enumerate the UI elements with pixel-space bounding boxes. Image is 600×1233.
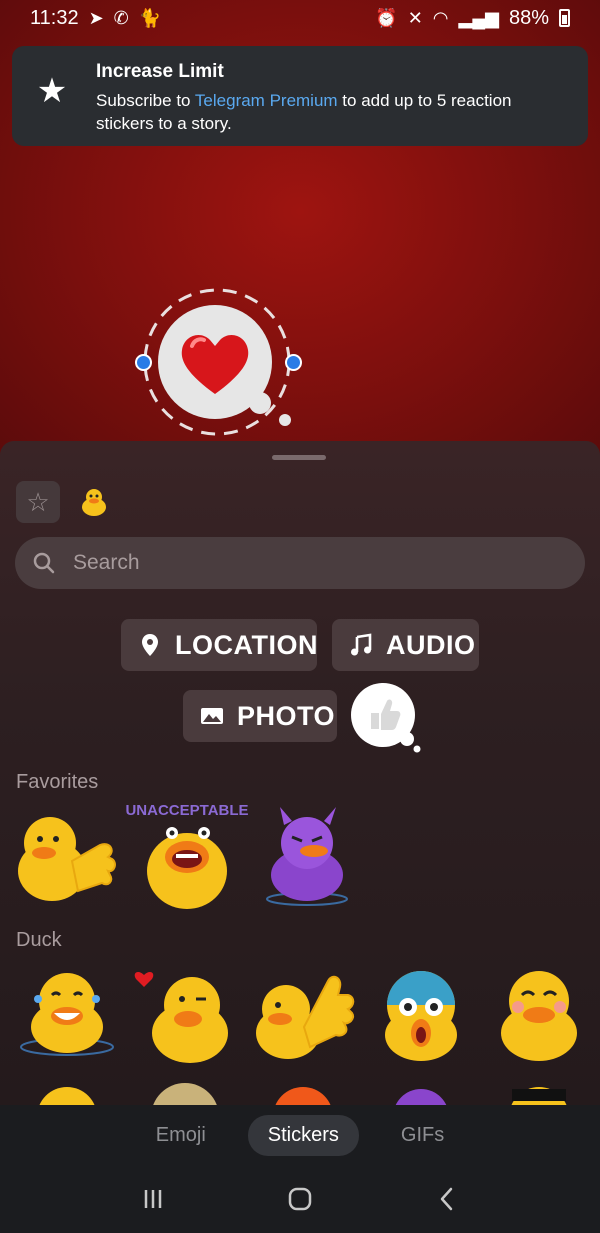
mute-icon: ✕ (407, 7, 423, 28)
sticker-duck-laughing[interactable] (12, 961, 122, 1071)
resize-handle-left[interactable] (135, 354, 152, 371)
system-navigation-bar (0, 1165, 600, 1233)
duck-grid-row-2 (12, 1077, 594, 1107)
duck-pack-tab[interactable] (72, 481, 116, 523)
audio-label: AUDIO (386, 629, 476, 660)
duck-icon (82, 489, 106, 516)
increase-limit-toast[interactable]: ★ Increase Limit Subscribe to Telegram P… (12, 46, 588, 146)
location-pin-icon (137, 632, 163, 658)
sticker-caption-text: UNACCEPTABLE (125, 802, 248, 819)
duck-grid (12, 961, 594, 1071)
sticker-partial-4[interactable] (366, 1077, 476, 1107)
sticker-partial-3[interactable] (248, 1077, 358, 1107)
resize-handle-right[interactable] (285, 354, 302, 371)
sticker-duck-happy[interactable] (484, 961, 594, 1071)
back-button[interactable] (427, 1179, 467, 1219)
reaction-sticker-selected[interactable] (130, 282, 305, 442)
toast-title: Increase Limit (96, 61, 224, 82)
status-bar: 11:32 ➤ ✆ 🐈 ⏰ ✕ ◠ ▂▄▆ 88% (0, 0, 600, 36)
telegram-premium-link[interactable]: Telegram Premium (195, 91, 338, 110)
sticker-partial-5[interactable] (484, 1077, 594, 1107)
sticker-purple-devil-duck[interactable] (252, 801, 362, 911)
back-chevron-icon (440, 1187, 452, 1211)
location-label: LOCATION (175, 629, 318, 660)
tab-emoji[interactable]: Emoji (136, 1115, 226, 1156)
tab-stickers[interactable]: Stickers (247, 1114, 359, 1156)
sticker-duck-winking-heart[interactable] (130, 961, 240, 1071)
whatsapp-icon: ✆ (113, 7, 129, 28)
music-note-icon (348, 632, 374, 658)
reaction-widget-button[interactable] (351, 683, 423, 753)
home-icon (288, 1187, 312, 1211)
photo-widget-button[interactable]: PHOTO (183, 690, 337, 742)
battery-icon (559, 9, 570, 27)
favorites-grid: UNACCEPTABLE (12, 801, 362, 911)
toast-body: Subscribe to Telegram Premium to add up … (96, 91, 512, 133)
photo-label: PHOTO (237, 700, 336, 731)
photo-icon (199, 703, 225, 729)
duck-section-label: Duck (16, 929, 62, 951)
signal-icon: ▂▄▆ (458, 7, 499, 28)
alarm-icon: ⏰ (375, 7, 398, 28)
cat-icon: 🐈 (138, 7, 162, 28)
emoji-sticker-gif-tabs: Emoji Stickers GIFs (0, 1105, 600, 1165)
search-bar[interactable] (15, 537, 585, 589)
wifi-icon: ◠ (432, 7, 449, 28)
clock: 11:32 (30, 6, 79, 29)
audio-widget-button[interactable]: AUDIO (332, 619, 479, 671)
battery-percent: 88% (508, 6, 549, 29)
location-widget-button[interactable]: LOCATION (121, 619, 317, 671)
favorites-section-label: Favorites (16, 771, 99, 793)
favorites-tab-star-icon[interactable]: ☆ (16, 481, 60, 523)
sticker-duck-unacceptable[interactable]: UNACCEPTABLE (125, 801, 249, 911)
star-icon: ★ (36, 72, 68, 110)
sticker-partial-2[interactable] (130, 1077, 240, 1107)
search-icon (33, 552, 55, 574)
sticker-duck-shocked[interactable] (366, 961, 476, 1071)
sheet-drag-handle[interactable] (272, 455, 326, 460)
telegram-icon: ➤ (88, 7, 104, 28)
sticker-sheet: ☆ LOCATION AUDIO (0, 441, 600, 1107)
home-button[interactable] (280, 1179, 320, 1219)
sticker-partial-1[interactable] (12, 1077, 122, 1107)
sticker-pack-tabs: ☆ (16, 481, 116, 523)
sticker-duck-thumbs-up-2[interactable] (248, 961, 358, 1071)
tab-gifs[interactable]: GIFs (381, 1115, 464, 1156)
search-input[interactable] (73, 551, 567, 575)
recent-apps-button[interactable] (133, 1179, 173, 1219)
sticker-duck-thumbs-up[interactable] (12, 801, 122, 911)
recent-apps-icon (145, 1190, 162, 1208)
